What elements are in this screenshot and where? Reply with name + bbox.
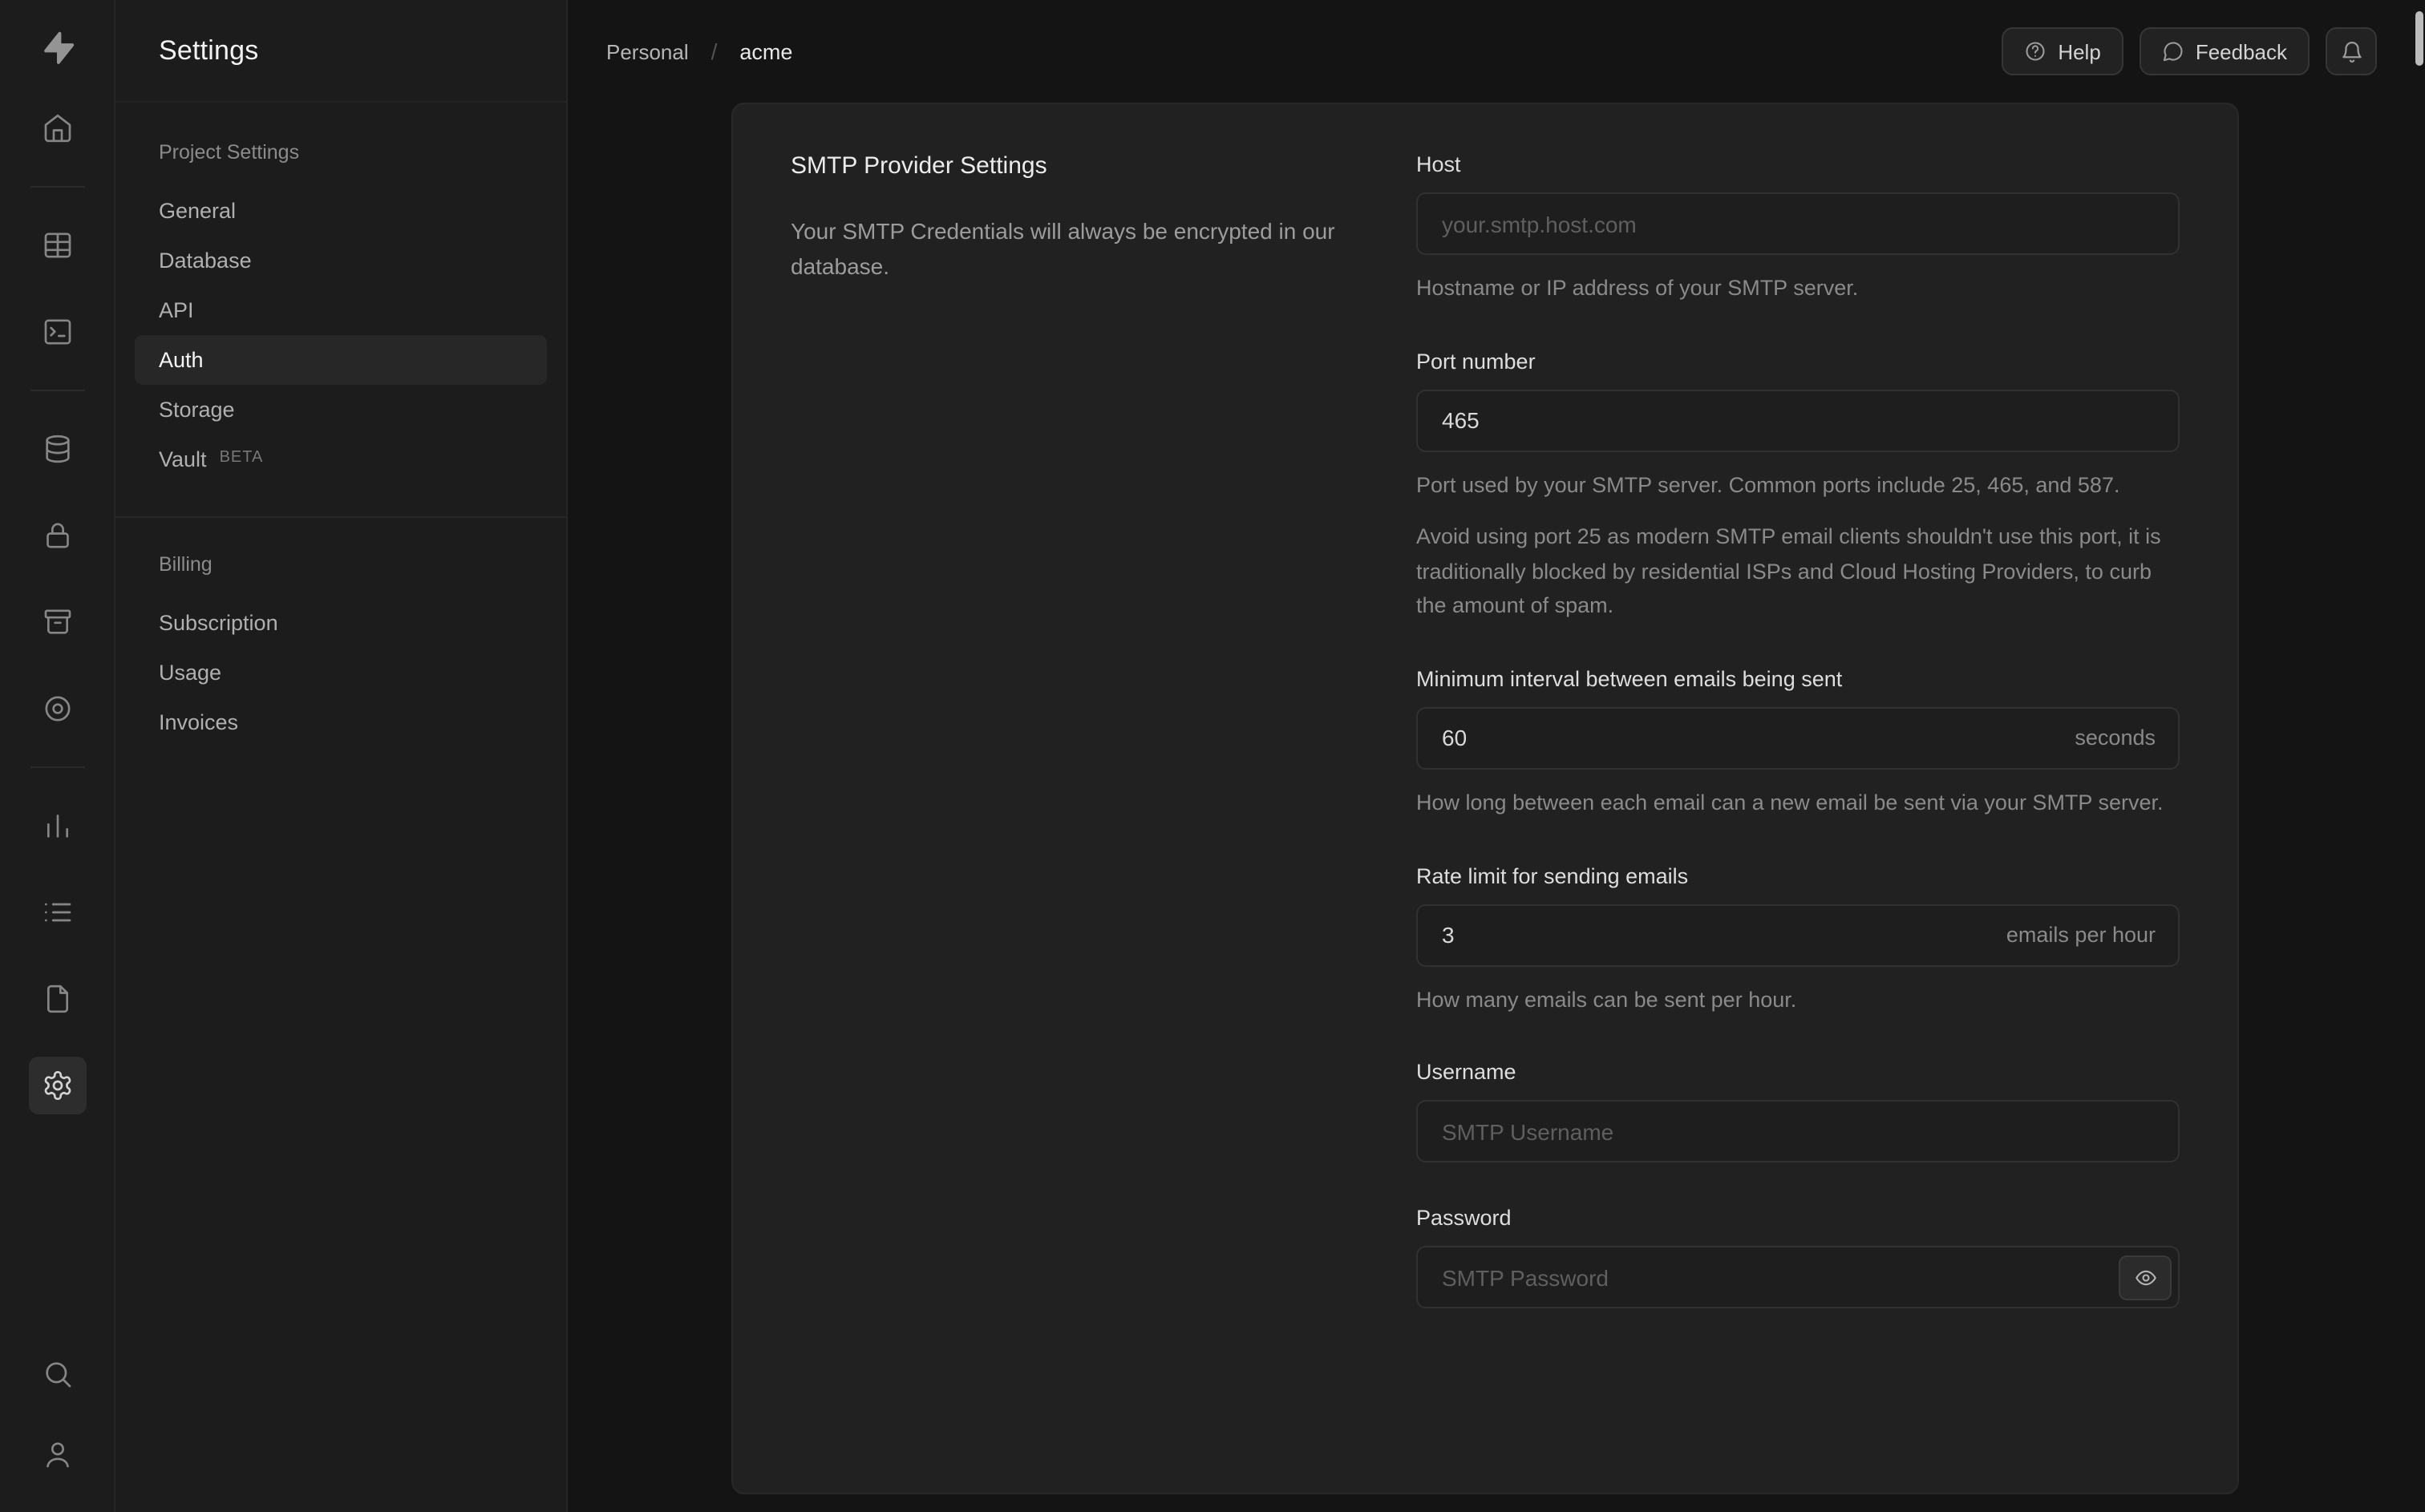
settings-sidebar: Settings Project Settings General Databa…: [115, 0, 568, 1512]
password-input[interactable]: [1416, 1246, 2180, 1309]
interval-help: How long between each email can a new em…: [1416, 790, 2164, 815]
scrollbar-thumb[interactable]: [2415, 11, 2423, 66]
speech-bubble-icon: [2162, 40, 2184, 63]
host-help: Hostname or IP address of your SMTP serv…: [1416, 276, 1859, 300]
rate-limit-help: How many emails can be sent per hour.: [1416, 987, 1797, 1012]
sidebar-header: Settings: [115, 0, 566, 103]
sidebar-item-database[interactable]: Database: [135, 236, 547, 285]
section-label-billing: Billing: [159, 553, 213, 576]
sidebar-title: Settings: [159, 34, 259, 65]
reports-chart-icon[interactable]: [28, 797, 86, 855]
nav-rail: [0, 0, 115, 1512]
sidebar-item-label: API: [159, 298, 194, 322]
sidebar-body: Project Settings General Database API Au…: [115, 103, 566, 779]
table-editor-icon[interactable]: [28, 216, 86, 274]
breadcrumb-separator: /: [710, 38, 718, 64]
breadcrumb-project[interactable]: acme: [739, 39, 792, 63]
bell-icon: [2339, 39, 2363, 63]
rail-bottom: [28, 1345, 86, 1483]
user-profile-icon[interactable]: [28, 1425, 86, 1483]
sidebar-item-general[interactable]: General: [135, 186, 547, 236]
sidebar-item-usage[interactable]: Usage: [135, 648, 547, 697]
rail-divider: [30, 766, 84, 768]
auth-lock-icon[interactable]: [28, 507, 86, 564]
port-input[interactable]: [1416, 389, 2180, 452]
port-field: Port number Port used by your SMTP serve…: [1416, 349, 2180, 624]
rail-nav: [28, 99, 86, 1143]
rail-divider: [30, 186, 84, 188]
database-icon[interactable]: [28, 420, 86, 478]
port-label: Port number: [1416, 349, 1536, 374]
username-input[interactable]: [1416, 1100, 2180, 1163]
panel-description: Your SMTP Credentials will always be enc…: [791, 218, 1335, 279]
storage-icon[interactable]: [28, 593, 86, 651]
port-help: Port used by your SMTP server. Common po…: [1416, 472, 2120, 497]
username-field: Username: [1416, 1060, 2180, 1163]
interval-field: Minimum interval between emails being se…: [1416, 667, 2180, 820]
panel-title: SMTP Provider Settings: [791, 152, 1047, 180]
sidebar-item-label: Subscription: [159, 611, 278, 635]
section-label-project-settings: Project Settings: [159, 141, 300, 164]
rate-limit-field: Rate limit for sending emails emails per…: [1416, 863, 2180, 1017]
sidebar-item-invoices[interactable]: Invoices: [135, 697, 547, 747]
notifications-button[interactable]: [2326, 27, 2377, 75]
reveal-password-button[interactable]: [2119, 1255, 2172, 1300]
search-icon[interactable]: [28, 1345, 86, 1403]
sidebar-item-storage[interactable]: Storage: [135, 385, 547, 435]
sidebar-item-label: Storage: [159, 398, 235, 422]
home-icon[interactable]: [28, 99, 86, 157]
app-layout: Settings Project Settings General Databa…: [0, 0, 2425, 1512]
rate-limit-input[interactable]: [1416, 904, 2180, 967]
breadcrumb: Personal / acme: [606, 38, 792, 64]
sidebar-item-label: Usage: [159, 661, 222, 685]
main-area: Personal / acme Help Feedback SMTP Provi…: [568, 0, 2425, 1512]
sidebar-item-subscription[interactable]: Subscription: [135, 598, 547, 648]
sql-editor-icon[interactable]: [28, 303, 86, 361]
breadcrumb-org[interactable]: Personal: [606, 39, 689, 63]
password-label: Password: [1416, 1206, 1512, 1231]
topbar-actions: Help Feedback: [2002, 27, 2377, 75]
app-root: Settings Project Settings General Databa…: [0, 0, 2425, 1512]
host-field: Host Hostname or IP address of your SMTP…: [1416, 152, 2180, 305]
sidebar-item-label: Auth: [159, 348, 204, 372]
rail-divider: [30, 390, 84, 391]
host-label: Host: [1416, 152, 1461, 176]
sidebar-item-auth[interactable]: Auth: [135, 335, 547, 385]
sidebar-item-vault[interactable]: Vault BETA: [135, 435, 547, 484]
beta-badge: BETA: [219, 449, 264, 467]
sidebar-divider: [115, 516, 566, 518]
edge-functions-icon[interactable]: [28, 680, 86, 738]
settings-gear-icon[interactable]: [28, 1057, 86, 1114]
smtp-settings-panel: SMTP Provider Settings Your SMTP Credent…: [731, 103, 2239, 1494]
logs-list-icon[interactable]: [28, 883, 86, 941]
feedback-button[interactable]: Feedback: [2139, 27, 2310, 75]
topbar: Personal / acme Help Feedback: [568, 0, 2425, 103]
sidebar-item-label: Invoices: [159, 710, 239, 734]
feedback-button-label: Feedback: [2195, 39, 2287, 63]
interval-label: Minimum interval between emails being se…: [1416, 666, 1843, 691]
help-button-label: Help: [2058, 39, 2101, 63]
sidebar-item-label: General: [159, 199, 237, 223]
smtp-form: Host Hostname or IP address of your SMTP…: [1416, 152, 2180, 1445]
username-label: Username: [1416, 1060, 1516, 1085]
help-button[interactable]: Help: [2002, 27, 2123, 75]
help-circle-icon: [2024, 40, 2046, 63]
password-field: Password: [1416, 1206, 2180, 1309]
rate-limit-label: Rate limit for sending emails: [1416, 863, 1689, 888]
sidebar-item-api[interactable]: API: [135, 285, 547, 335]
port-warning: Avoid using port 25 as modern SMTP email…: [1416, 524, 2161, 618]
host-input[interactable]: [1416, 192, 2180, 255]
sidebar-item-label: Vault: [159, 447, 207, 471]
eye-icon: [2134, 1266, 2156, 1288]
panel-intro: SMTP Provider Settings Your SMTP Credent…: [791, 152, 1352, 1445]
supabase-logo-icon[interactable]: [28, 19, 86, 77]
interval-input[interactable]: [1416, 706, 2180, 770]
sidebar-item-label: Database: [159, 249, 252, 273]
docs-file-icon[interactable]: [28, 970, 86, 1028]
